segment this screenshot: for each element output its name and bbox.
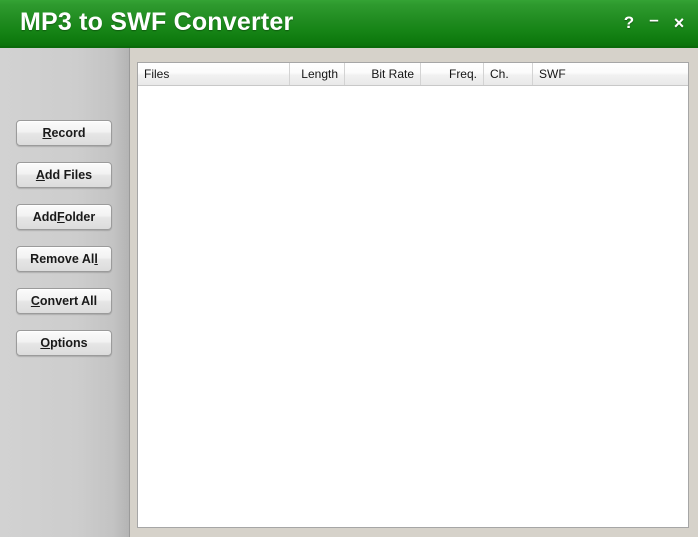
add-folder-button[interactable]: Add Folder — [16, 204, 112, 230]
sidebar: Record Add Files Add Folder Remove Al l C… — [0, 48, 130, 537]
help-button[interactable]: ? — [618, 12, 640, 34]
close-button[interactable]: × — [668, 12, 690, 34]
file-list-header: Files Length Bit Rate Freq. Ch. SWF — [138, 63, 688, 86]
options-button[interactable]: Options — [16, 330, 112, 356]
column-header-freq[interactable]: Freq. — [421, 63, 484, 85]
convert-all-button[interactable]: Convert All — [16, 288, 112, 314]
column-header-ch[interactable]: Ch. — [484, 63, 533, 85]
column-header-swf[interactable]: SWF — [533, 63, 688, 85]
application-window: MP3 to SWF Converter ? – × Record Add Fi… — [0, 0, 698, 537]
accelerator-letter: l — [94, 252, 98, 266]
add-files-button[interactable]: Add Files — [16, 162, 112, 188]
minimize-button[interactable]: – — [643, 11, 665, 34]
panel-background-top — [130, 48, 698, 62]
remove-all-button[interactable]: Remove Al l — [16, 246, 112, 272]
accelerator-letter: A — [35, 168, 45, 182]
accelerator-letter: R — [42, 126, 52, 140]
column-header-files[interactable]: Files — [138, 63, 290, 85]
accelerator-letter: O — [40, 336, 51, 350]
panel-background-right — [689, 48, 698, 537]
accelerator-letter: C — [30, 294, 40, 308]
panel-background-left — [130, 48, 137, 537]
panel-background-bottom — [130, 528, 698, 537]
record-button[interactable]: Record — [16, 120, 112, 146]
column-header-bit-rate[interactable]: Bit Rate — [345, 63, 421, 85]
accelerator-letter: F — [57, 210, 65, 224]
file-list-body[interactable] — [138, 86, 688, 527]
file-list-panel: Files Length Bit Rate Freq. Ch. SWF — [137, 62, 689, 528]
column-header-length[interactable]: Length — [290, 63, 345, 85]
title-bar: MP3 to SWF Converter ? – × — [0, 0, 698, 48]
window-title: MP3 to SWF Converter — [20, 8, 294, 36]
